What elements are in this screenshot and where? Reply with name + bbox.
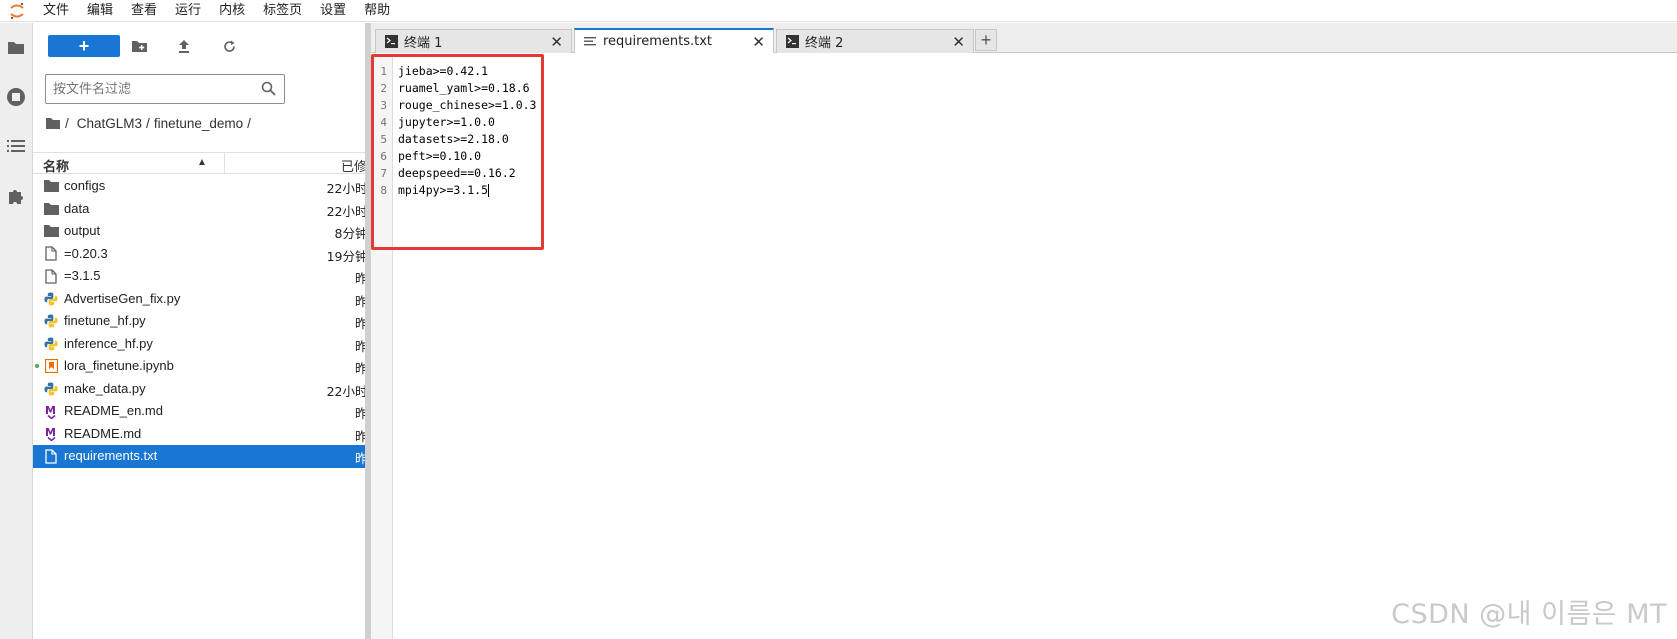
main-area: 终端 1 ✕ requirements.txt ✕ 终端 2 ✕ + 12345… xyxy=(371,23,1677,639)
markdown-icon: M xyxy=(43,426,59,442)
file-row[interactable]: MREADME.md昨天 xyxy=(33,423,392,446)
file-name: =3.1.5 xyxy=(64,268,101,283)
new-folder-icon[interactable] xyxy=(127,35,151,57)
menu-kernel[interactable]: 内核 xyxy=(210,0,254,22)
menu-view[interactable]: 查看 xyxy=(122,0,166,22)
file-filter-box xyxy=(45,74,285,104)
file-row[interactable]: MREADME_en.md昨天 xyxy=(33,400,392,423)
text-file-icon xyxy=(583,35,597,49)
extension-puzzle-icon[interactable] xyxy=(4,184,28,208)
running-indicator-dot xyxy=(35,364,39,368)
activity-bar xyxy=(0,23,33,639)
file-name: requirements.txt xyxy=(64,448,158,463)
file-name: make_data.py xyxy=(64,380,146,396)
file-filter-input[interactable] xyxy=(46,75,246,103)
close-icon[interactable]: ✕ xyxy=(550,33,563,51)
terminal-icon xyxy=(384,35,398,49)
folder-icon xyxy=(43,178,59,194)
tab-terminal-2[interactable]: 终端 2 ✕ xyxy=(776,29,974,53)
python-icon xyxy=(43,291,59,307)
folder-icon xyxy=(43,223,59,239)
menu-edit[interactable]: 编辑 xyxy=(78,0,122,22)
sort-ascending-icon[interactable]: ▲ xyxy=(197,157,207,168)
refresh-icon[interactable] xyxy=(217,35,241,57)
file-row[interactable]: finetune_hf.py昨天 xyxy=(33,310,392,333)
file-icon xyxy=(43,246,59,262)
column-header-name[interactable]: 名称 xyxy=(43,156,69,175)
add-tab-button[interactable]: + xyxy=(975,29,997,51)
file-name: inference_hf.py xyxy=(64,335,153,351)
terminal-icon xyxy=(785,35,799,49)
file-icon xyxy=(43,448,59,464)
menu-bar: 文件 编辑 查看 运行 内核 标签页 设置 帮助 xyxy=(0,0,1677,22)
menu-tabs[interactable]: 标签页 xyxy=(254,0,311,22)
breadcrumb-separator: / xyxy=(146,115,150,131)
breadcrumb-chatglm3[interactable]: ChatGLM3 xyxy=(77,116,142,131)
file-row[interactable]: lora_finetune.ipynb昨天 xyxy=(33,355,392,378)
breadcrumb-separator: / xyxy=(247,115,251,131)
breadcrumb-finetune-demo[interactable]: finetune_demo xyxy=(154,116,243,131)
file-row[interactable]: =0.20.3 19分钟前 xyxy=(33,243,392,266)
jupyter-logo-icon xyxy=(0,0,34,22)
text-editor[interactable]: 12345678 jieba>=0.42.1 ruamel_yaml>=0.18.… xyxy=(371,54,1677,639)
breadcrumb: / ChatGLM3 / finetune_demo / xyxy=(46,112,255,134)
tab-label: 终端 2 xyxy=(805,36,844,51)
breadcrumb-home-folder-icon[interactable] xyxy=(46,117,60,129)
python-icon xyxy=(43,313,59,329)
notebook-icon xyxy=(43,358,59,374)
new-launcher-button[interactable]: + xyxy=(48,35,120,57)
svg-text:M: M xyxy=(45,404,56,417)
file-row[interactable]: AdvertiseGen_fix.py昨天 xyxy=(33,288,392,311)
tab-label: 终端 1 xyxy=(404,36,443,51)
menu-file[interactable]: 文件 xyxy=(34,0,78,22)
tab-bar: 终端 1 ✕ requirements.txt ✕ 终端 2 ✕ + xyxy=(371,23,1677,53)
file-row[interactable]: data 22小时前 xyxy=(33,198,392,221)
file-icon xyxy=(43,268,59,284)
file-row[interactable]: requirements.txt昨天 xyxy=(33,445,392,468)
python-icon xyxy=(43,381,59,397)
close-icon[interactable]: ✕ xyxy=(752,33,765,51)
tab-requirements-txt[interactable]: requirements.txt ✕ xyxy=(574,28,774,53)
file-row[interactable]: inference_hf.py昨天 xyxy=(33,333,392,356)
file-name: finetune_hf.py xyxy=(64,313,146,328)
file-name: AdvertiseGen_fix.py xyxy=(64,290,181,306)
file-row[interactable]: =3.1.5昨天 xyxy=(33,265,392,288)
menu-help[interactable]: 帮助 xyxy=(355,0,399,22)
menu-run[interactable]: 运行 xyxy=(166,0,210,22)
tab-label: requirements.txt xyxy=(603,34,713,49)
markdown-icon: M xyxy=(43,403,59,419)
file-list: configs 22小时前 data 22小时前 output 8分钟前 =0.20.3 19… xyxy=(33,175,392,468)
menu-settings[interactable]: 设置 xyxy=(311,0,355,22)
python-icon xyxy=(43,336,59,352)
running-sessions-icon[interactable] xyxy=(4,85,28,109)
file-name: README_en.md xyxy=(64,403,163,418)
upload-icon[interactable] xyxy=(172,35,196,57)
file-row[interactable]: output 8分钟前 xyxy=(33,220,392,243)
file-name: README.md xyxy=(64,425,142,441)
file-row[interactable]: configs 22小时前 xyxy=(33,175,392,198)
folder-icon[interactable] xyxy=(4,35,28,59)
file-name: lora_finetune.ipynb xyxy=(64,358,174,373)
file-name: output xyxy=(64,223,101,238)
watermark: CSDN @내 이름은 MT xyxy=(1391,599,1667,630)
file-row[interactable]: make_data.py 22小时前 xyxy=(33,378,392,401)
column-divider[interactable] xyxy=(224,153,225,173)
file-browser-panel: + / ChatGLM3 / finetune_demo / 名称 ▲ 已修改 … xyxy=(33,23,392,639)
file-name: configs xyxy=(64,178,106,193)
close-icon[interactable]: ✕ xyxy=(952,33,965,51)
file-listing-header: 名称 ▲ 已修改 xyxy=(33,152,392,175)
file-name: data xyxy=(64,200,90,216)
table-of-contents-icon[interactable] xyxy=(4,134,28,158)
svg-text:M: M xyxy=(45,426,56,439)
folder-icon xyxy=(43,201,59,217)
tab-terminal-1[interactable]: 终端 1 ✕ xyxy=(375,29,572,53)
file-name: =0.20.3 xyxy=(64,245,108,261)
highlight-annotation-box xyxy=(371,54,544,250)
search-icon xyxy=(261,81,276,99)
breadcrumb-root[interactable]: / xyxy=(65,116,69,131)
file-browser-toolbar: + xyxy=(33,35,392,59)
